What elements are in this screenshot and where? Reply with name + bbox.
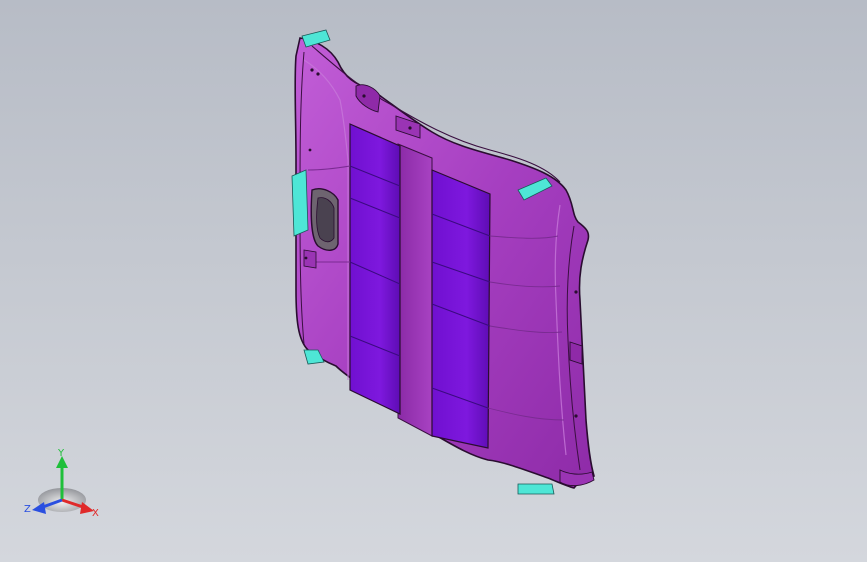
cyan-clip-icon[interactable] bbox=[517, 483, 555, 495]
headliner-model[interactable] bbox=[0, 0, 867, 562]
z-axis-arrow-icon bbox=[32, 502, 46, 514]
axis-triad: Y Z X bbox=[24, 448, 99, 519]
graphics-viewport[interactable]: Y Z X bbox=[0, 0, 867, 562]
right-handle-recess bbox=[569, 341, 583, 365]
z-axis-label: Z bbox=[24, 504, 31, 515]
cyan-clip-icon[interactable] bbox=[301, 29, 331, 48]
sunroof-inner bbox=[316, 197, 335, 243]
cyan-clip-icon[interactable] bbox=[291, 169, 309, 237]
y-axis-label: Y bbox=[57, 448, 65, 459]
right-panel[interactable] bbox=[431, 169, 491, 449]
x-axis-label: X bbox=[92, 508, 99, 519]
center-trough bbox=[397, 143, 433, 437]
left-panel[interactable] bbox=[349, 123, 401, 415]
